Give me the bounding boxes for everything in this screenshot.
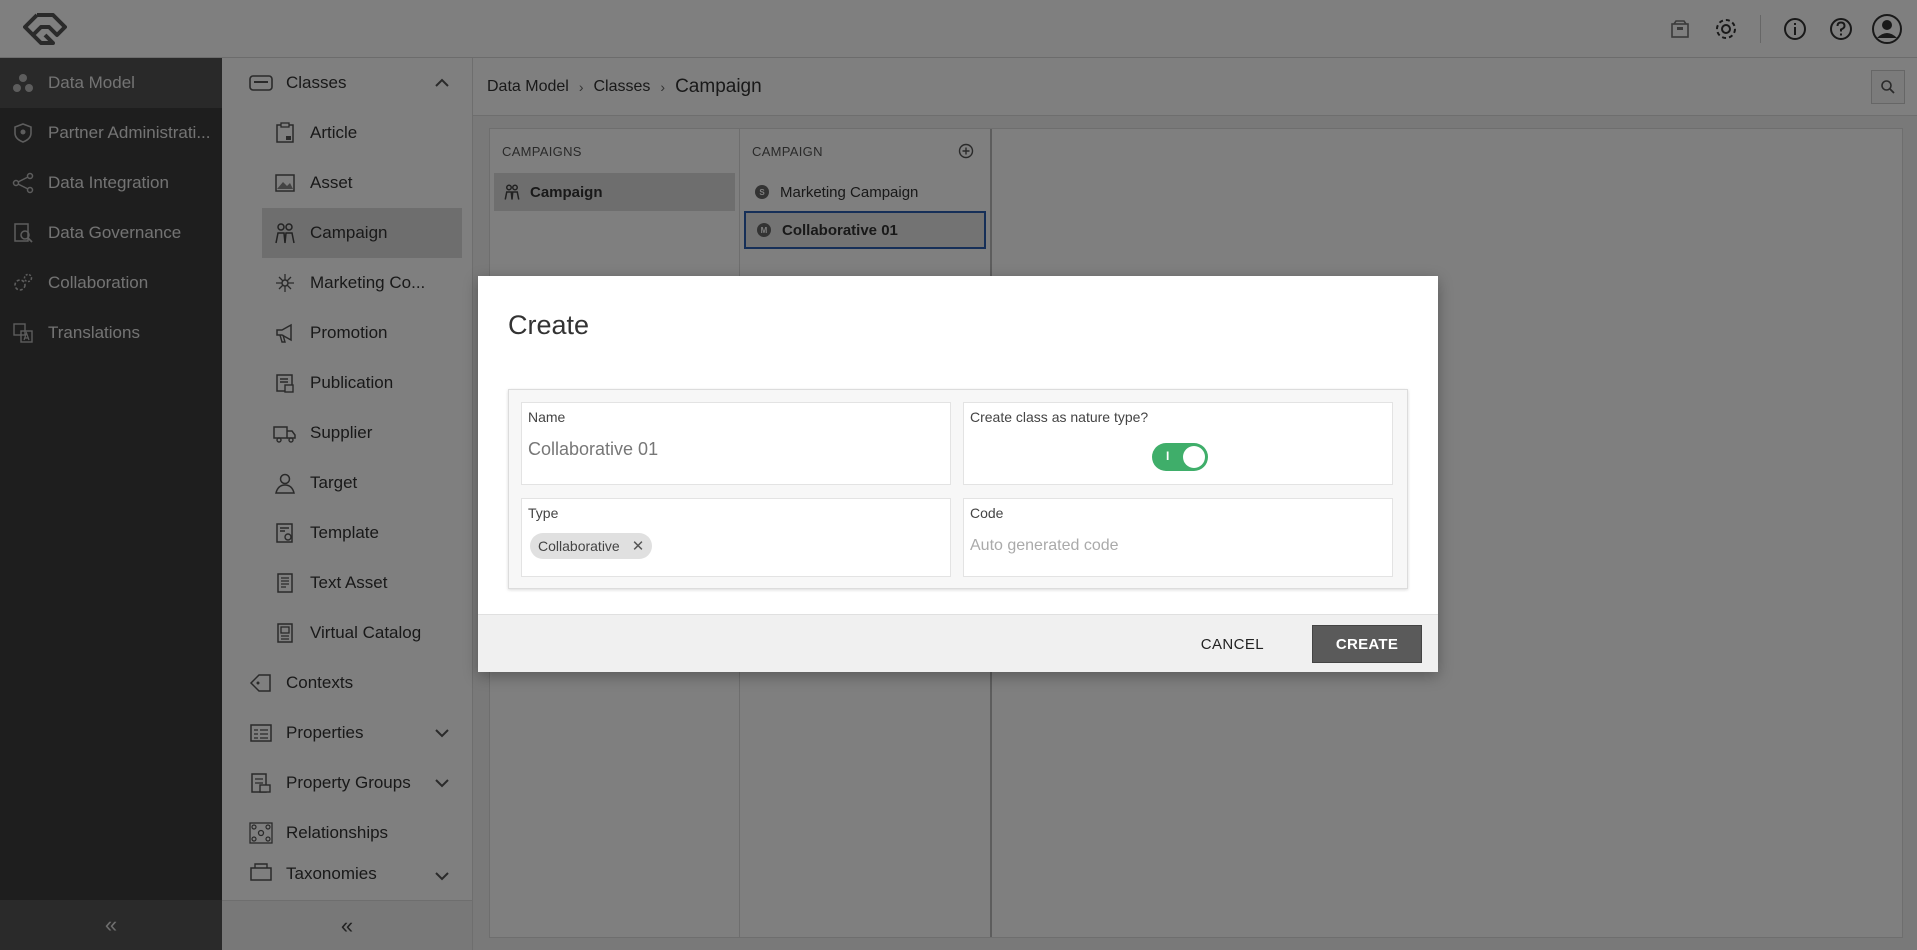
type-field[interactable]: Type Collaborative ✕: [521, 498, 951, 577]
type-label: Type: [528, 505, 559, 521]
create-button[interactable]: CREATE: [1312, 625, 1422, 663]
toggle-knob: [1183, 446, 1205, 468]
create-dialog: Create Name Collaborative 01 Create clas…: [478, 276, 1438, 672]
toggle-on-mark: I: [1166, 449, 1170, 463]
code-label: Code: [970, 505, 1004, 521]
type-chip-label: Collaborative: [538, 538, 620, 554]
code-input[interactable]: [970, 533, 1380, 559]
dialog-title: Create: [508, 310, 590, 340]
close-icon[interactable]: ✕: [632, 537, 645, 555]
name-field[interactable]: Name Collaborative 01: [521, 402, 951, 485]
name-value[interactable]: Collaborative 01: [528, 439, 658, 460]
cancel-button[interactable]: CANCEL: [1193, 629, 1272, 659]
name-label: Name: [528, 409, 566, 425]
dialog-footer: CANCEL CREATE: [478, 614, 1438, 672]
create-form: Name Collaborative 01 Create class as na…: [508, 389, 1408, 589]
nature-type-label: Create class as nature type?: [970, 409, 1149, 425]
nature-type-toggle[interactable]: I: [1152, 443, 1208, 471]
type-chip: Collaborative ✕: [530, 533, 653, 559]
nature-type-field: Create class as nature type? I: [963, 402, 1393, 485]
code-field: Code: [963, 498, 1393, 577]
